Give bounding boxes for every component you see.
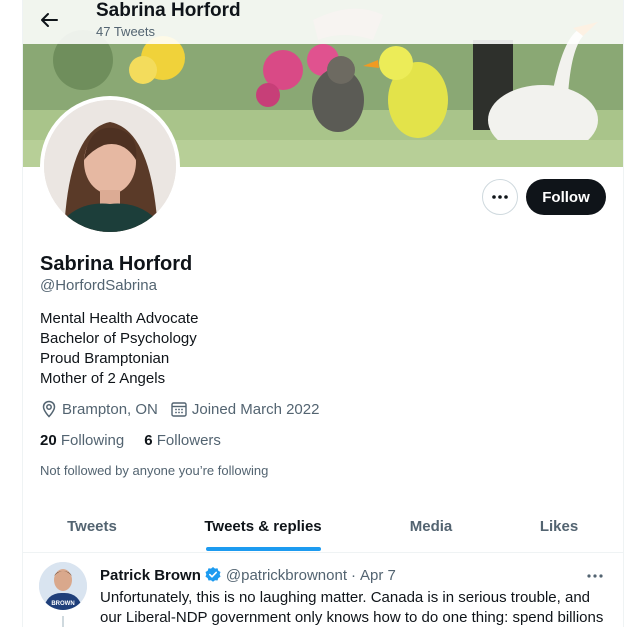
profile-handle: @HorfordSabrina xyxy=(40,277,157,294)
ellipsis-icon xyxy=(492,195,508,199)
follow-button[interactable]: Follow xyxy=(526,179,606,215)
more-options-button[interactable] xyxy=(482,179,518,215)
tweet-author-name[interactable]: Patrick Brown xyxy=(100,567,201,584)
avatar-text: BROWN xyxy=(51,601,74,607)
tweet-more-button[interactable] xyxy=(586,566,604,584)
header-display-name: Sabrina Horford xyxy=(96,0,241,21)
tweet-author-avatar[interactable]: BROWN xyxy=(39,562,87,610)
tweet-avatar-photo: BROWN xyxy=(39,562,87,610)
bio-line: Proud Bramptonian xyxy=(40,350,170,367)
followers-link[interactable]: 6 Followers xyxy=(144,432,221,449)
following-link[interactable]: 20 Following xyxy=(40,432,124,449)
ellipsis-icon xyxy=(587,574,603,578)
bio-line: Bachelor of Psychology xyxy=(40,330,197,347)
location-text: Brampton, ON xyxy=(62,400,158,418)
tab-tweets-replies[interactable]: Tweets & replies xyxy=(181,500,345,552)
arrow-left-icon xyxy=(41,13,58,27)
bio-line: Mental Health Advocate xyxy=(40,310,199,327)
joined-text: Joined March 2022 xyxy=(191,400,320,418)
profile-display-name: Sabrina Horford xyxy=(40,253,193,275)
profile-meta: Brampton, ON Joined March 2022 xyxy=(40,400,331,418)
tab-media[interactable]: Media xyxy=(368,500,494,552)
profile-column: Sabrina Horford 47 Tweets Follow Sabrina… xyxy=(22,0,624,627)
profile-bio: Mental Health Advocate Bachelor of Psych… xyxy=(40,309,198,389)
profile-header-bar: Sabrina Horford 47 Tweets xyxy=(23,0,623,44)
verified-badge-icon xyxy=(205,567,221,582)
followers-count: 6 xyxy=(144,432,153,449)
bio-line: Mother of 2 Angels xyxy=(40,370,166,387)
location-pin-icon xyxy=(42,400,56,418)
profile-avatar-frame[interactable] xyxy=(40,96,180,236)
tweet-text: Unfortunately, this is no laughing matte… xyxy=(100,589,604,626)
profile-joined: Joined March 2022 xyxy=(170,400,320,418)
calendar-icon xyxy=(171,402,187,417)
thread-line xyxy=(62,616,64,627)
tweet-author-handle[interactable]: @patrickbrownont xyxy=(226,567,347,584)
followers-label: Followers xyxy=(156,432,221,449)
follow-stats: 20 Following 6 Followers xyxy=(40,432,241,449)
active-tab-indicator xyxy=(206,547,321,551)
tweet-header: Patrick Brown @patrickbrownont · Apr 7 xyxy=(100,566,396,584)
profile-tabs: Tweets Tweets & replies Media Likes xyxy=(23,500,623,553)
not-followed-note: Not followed by anyone you’re following xyxy=(40,463,269,478)
following-label: Following xyxy=(60,432,125,449)
profile-location: Brampton, ON xyxy=(40,400,158,418)
tweet-date[interactable]: Apr 7 xyxy=(360,567,396,584)
following-count: 20 xyxy=(40,432,57,449)
tab-tweets[interactable]: Tweets xyxy=(23,500,161,552)
tab-likes[interactable]: Likes xyxy=(503,500,615,552)
back-button[interactable] xyxy=(35,6,63,34)
tweet-separator: · xyxy=(351,566,356,584)
header-tweet-count: 47 Tweets xyxy=(96,24,156,39)
avatar xyxy=(44,100,176,232)
avatar-photo xyxy=(44,100,176,232)
